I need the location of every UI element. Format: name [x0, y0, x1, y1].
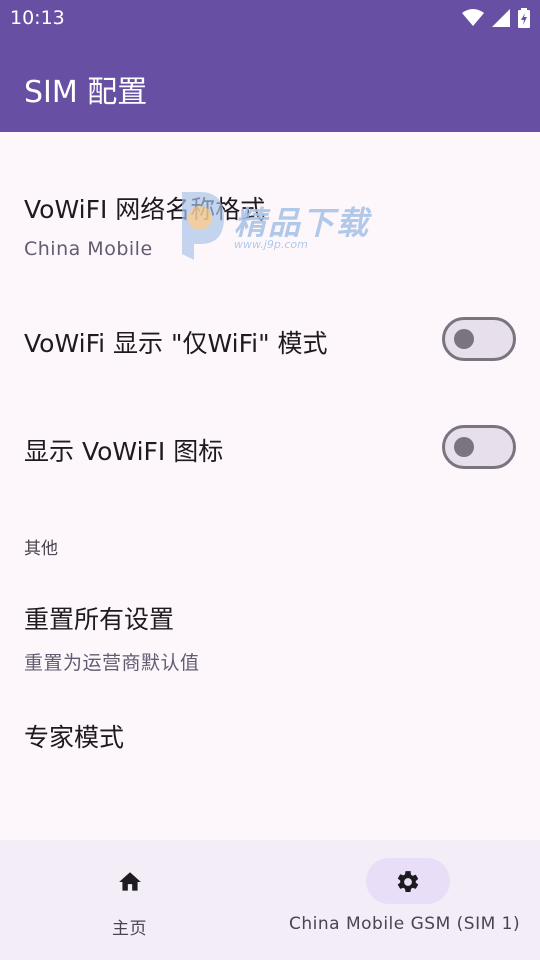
show-vowifi-icon-switch[interactable] — [442, 425, 516, 469]
pref-network-name-format-summary: China Mobile — [24, 238, 153, 260]
home-icon — [119, 872, 141, 891]
status-bar: 10:13 — [0, 0, 540, 36]
wifi-only-mode-switch[interactable] — [442, 317, 516, 361]
pref-show-vowifi-icon[interactable]: 显示 VoWiFI 图标 — [0, 394, 540, 502]
pref-expert-mode-title: 专家模式 — [24, 723, 125, 752]
nav-item-sim-config[interactable]: China Mobile GSM (SIM 1) — [280, 840, 540, 960]
watermark-text: 精品下载 www.j9p.com — [234, 198, 370, 251]
pref-reset-all-summary: 重置为运营商默认值 — [24, 652, 200, 674]
pref-wifi-only-mode[interactable]: VoWiFi 显示 "仅WiFi" 模式 — [0, 282, 540, 398]
nav-item-home[interactable]: 主页 — [60, 840, 200, 960]
pref-expert-mode[interactable]: 专家模式 — [0, 690, 540, 782]
pref-reset-all[interactable]: 重置所有设置 重置为运营商默认值 — [0, 572, 540, 682]
gear-icon — [397, 871, 419, 892]
pref-show-vowifi-icon-title: 显示 VoWiFI 图标 — [24, 437, 224, 466]
nav-label-sim-config: China Mobile GSM (SIM 1) — [289, 914, 521, 934]
bottom-nav: 主页 China Mobile GSM (SIM 1) — [0, 840, 540, 960]
page-title: SIM 配置 — [24, 75, 148, 110]
switch-thumb — [454, 437, 474, 457]
watermark-title: 精品下载 — [234, 203, 371, 242]
watermark-logo-icon — [182, 192, 224, 260]
nav-label-home: 主页 — [112, 919, 147, 939]
section-header-other: 其他 — [24, 539, 58, 559]
watermark: 精品下载 www.j9p.com — [178, 188, 370, 260]
switch-thumb — [454, 329, 474, 349]
status-icons — [462, 8, 530, 28]
battery-icon — [518, 8, 530, 28]
pref-reset-all-title: 重置所有设置 — [24, 605, 175, 634]
pref-wifi-only-mode-title: VoWiFi 显示 "仅WiFi" 模式 — [24, 329, 328, 358]
signal-icon — [492, 9, 510, 27]
app-bar: SIM 配置 — [0, 36, 540, 132]
status-time: 10:13 — [10, 7, 65, 29]
wifi-icon — [462, 9, 484, 26]
